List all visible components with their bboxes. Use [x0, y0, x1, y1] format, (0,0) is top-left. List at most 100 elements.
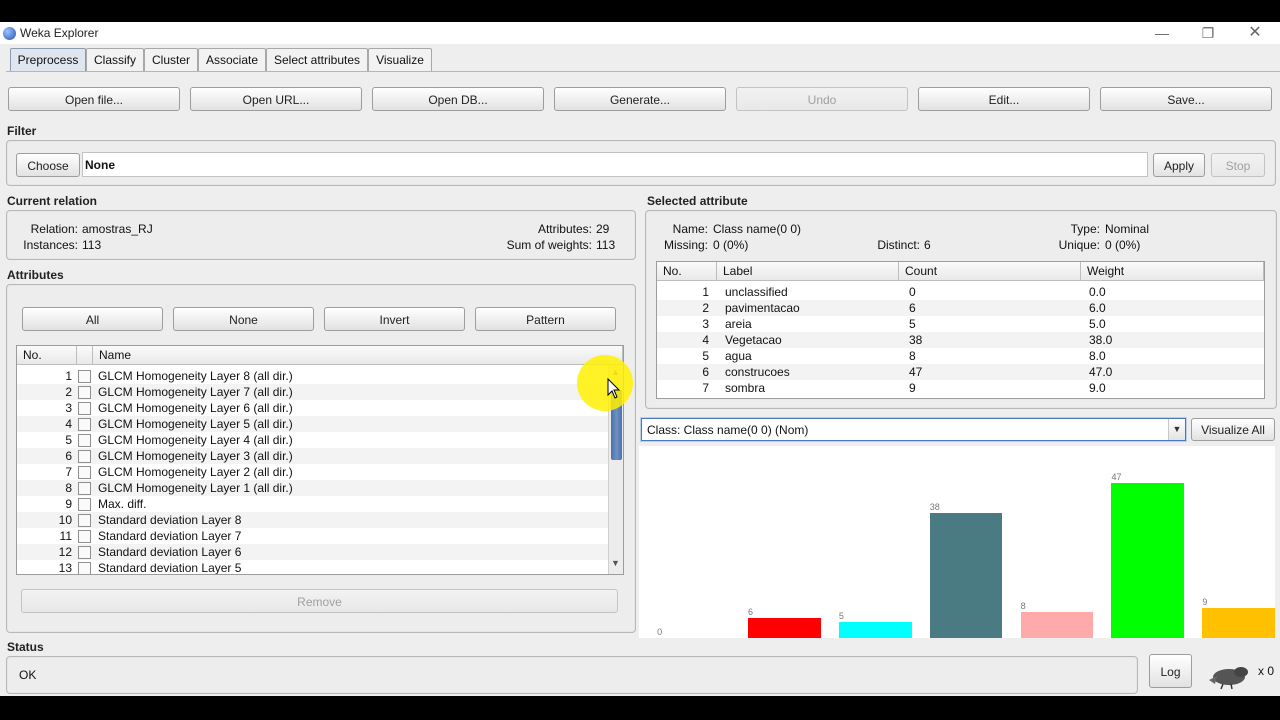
status-task-count: x 0: [1258, 664, 1275, 678]
invert-selection-button[interactable]: Invert: [324, 307, 465, 331]
tab-classify[interactable]: Classify: [86, 48, 144, 71]
label-count-cell-label: unclassified: [725, 285, 788, 299]
attribute-checkbox[interactable]: [78, 370, 91, 383]
attribute-row[interactable]: 6 GLCM Homogeneity Layer 3 (all dir.): [17, 448, 608, 464]
remove-button[interactable]: Remove: [21, 589, 618, 613]
attribute-row-no: 13: [58, 561, 72, 575]
sa-col-label[interactable]: Label: [717, 262, 899, 281]
title-bar: [0, 22, 1280, 44]
label-count-row[interactable]: 3 areia 5 5.0: [657, 316, 1264, 332]
close-icon[interactable]: ✕: [1244, 24, 1266, 42]
weka-bird-icon: [1209, 667, 1248, 690]
attribute-row[interactable]: 10 Standard deviation Layer 8: [17, 512, 608, 528]
attributes-label: Attributes: [7, 268, 64, 282]
attribute-row[interactable]: 1 GLCM Homogeneity Layer 8 (all dir.): [17, 368, 608, 384]
attribute-checkbox[interactable]: [78, 546, 91, 559]
sa-type-value: Nominal: [1105, 222, 1150, 236]
choose-filter-button[interactable]: Choose: [16, 153, 80, 177]
scroll-down-icon[interactable]: ▼: [611, 558, 620, 568]
attribute-checkbox[interactable]: [78, 450, 91, 463]
instances-label: Instances:: [23, 238, 78, 252]
tab-preprocess[interactable]: Preprocess: [10, 48, 86, 71]
attribute-row[interactable]: 5 GLCM Homogeneity Layer 4 (all dir.): [17, 432, 608, 448]
filter-field[interactable]: None: [82, 152, 1148, 177]
stop-button[interactable]: Stop: [1211, 153, 1265, 177]
undo-button[interactable]: Undo: [736, 87, 908, 111]
attribute-row[interactable]: 12 Standard deviation Layer 6: [17, 544, 608, 560]
class-selector[interactable]: Class: Class name(0 0) (Nom) ▼: [641, 418, 1186, 441]
label-count-cell-label: sombra: [725, 381, 766, 395]
label-count-row[interactable]: 4 Vegetacao 38 38.0: [657, 332, 1264, 348]
attribute-row[interactable]: 13 Standard deviation Layer 5: [17, 560, 608, 575]
bar-construcoes: [1111, 483, 1185, 638]
attribute-row[interactable]: 2 GLCM Homogeneity Layer 7 (all dir.): [17, 384, 608, 400]
visualize-all-button[interactable]: Visualize All: [1191, 418, 1275, 441]
attribute-checkbox[interactable]: [78, 530, 91, 543]
attribute-row-name: Max. diff.: [98, 497, 147, 511]
attribute-row[interactable]: 4 GLCM Homogeneity Layer 5 (all dir.): [17, 416, 608, 432]
sa-col-weight[interactable]: Weight: [1081, 262, 1264, 281]
tab-visualize[interactable]: Visualize: [368, 48, 432, 71]
open-url-button[interactable]: Open URL...: [190, 87, 362, 111]
attribute-row[interactable]: 7 GLCM Homogeneity Layer 2 (all dir.): [17, 464, 608, 480]
label-count-row[interactable]: 2 pavimentacao 6 6.0: [657, 300, 1264, 316]
class-selector-value: Class: Class name(0 0) (Nom): [647, 423, 809, 437]
attribute-row[interactable]: 11 Standard deviation Layer 7: [17, 528, 608, 544]
label-count-cell-count: 6: [909, 301, 916, 315]
chevron-down-icon[interactable]: ▼: [1168, 419, 1185, 440]
bar-pavimentacao: [748, 618, 821, 638]
label-count-cell-label: Vegetacao: [725, 333, 782, 347]
current-relation-label: Current relation: [7, 194, 98, 208]
label-count-cell-weight: 5.0: [1089, 317, 1106, 331]
attribute-checkbox[interactable]: [78, 482, 91, 495]
label-count-row[interactable]: 6 construcoes 47 47.0: [657, 364, 1264, 380]
status-label: Status: [7, 640, 44, 654]
label-count-row[interactable]: 1 unclassified 0 0.0: [657, 284, 1264, 300]
edit-button[interactable]: Edit...: [918, 87, 1090, 111]
generate-button[interactable]: Generate...: [554, 87, 726, 111]
save-button[interactable]: Save...: [1100, 87, 1272, 111]
restore-icon[interactable]: ❐: [1197, 24, 1219, 42]
col-header-checkbox[interactable]: [77, 346, 93, 365]
open-file-button[interactable]: Open file...: [8, 87, 180, 111]
col-header-no[interactable]: No.: [17, 346, 77, 365]
col-header-name[interactable]: Name: [93, 346, 623, 365]
attribute-checkbox[interactable]: [78, 418, 91, 431]
minimize-icon[interactable]: —: [1151, 24, 1173, 42]
select-all-button[interactable]: All: [22, 307, 163, 331]
label-count-row[interactable]: 5 agua 8 8.0: [657, 348, 1264, 364]
label-count-cell-count: 5: [909, 317, 916, 331]
attribute-row-name: Standard deviation Layer 7: [98, 529, 242, 543]
attribute-checkbox[interactable]: [78, 434, 91, 447]
apply-button[interactable]: Apply: [1153, 153, 1205, 177]
attribute-checkbox[interactable]: [78, 402, 91, 415]
attribute-row-no: 3: [65, 401, 72, 415]
pattern-button[interactable]: Pattern: [475, 307, 616, 331]
tab-associate[interactable]: Associate: [198, 48, 266, 71]
label-count-row[interactable]: 7 sombra 9 9.0: [657, 380, 1264, 396]
label-count-cell-weight: 6.0: [1089, 301, 1106, 315]
sa-col-count[interactable]: Count: [899, 262, 1081, 281]
attribute-checkbox[interactable]: [78, 514, 91, 527]
attribute-row[interactable]: 9 Max. diff.: [17, 496, 608, 512]
bar-value-label: 38: [929, 501, 940, 512]
tab-select-attributes[interactable]: Select attributes: [266, 48, 368, 71]
sa-col-no[interactable]: No.: [657, 262, 717, 281]
select-none-button[interactable]: None: [173, 307, 314, 331]
open-db-button[interactable]: Open DB...: [372, 87, 544, 111]
attribute-checkbox[interactable]: [78, 562, 91, 574]
label-count-rows: 1 unclassified 0 0.0 2 pavimentacao 6 6.0 3 areia…: [657, 284, 1264, 398]
tab-cluster[interactable]: Cluster: [144, 48, 198, 71]
attribute-row-no: 7: [65, 465, 72, 479]
attribute-row[interactable]: 3 GLCM Homogeneity Layer 6 (all dir.): [17, 400, 608, 416]
attribute-row[interactable]: 8 GLCM Homogeneity Layer 1 (all dir.): [17, 480, 608, 496]
attribute-checkbox[interactable]: [78, 386, 91, 399]
label-count-cell-no: 2: [702, 301, 709, 315]
sa-missing-label: Missing:: [663, 238, 708, 252]
relation-label: Relation:: [30, 222, 78, 236]
attribute-checkbox[interactable]: [78, 466, 91, 479]
attribute-row-name: GLCM Homogeneity Layer 2 (all dir.): [98, 465, 293, 479]
attribute-row-name: GLCM Homogeneity Layer 8 (all dir.): [98, 369, 293, 383]
log-button[interactable]: Log: [1149, 654, 1192, 688]
attribute-checkbox[interactable]: [78, 498, 91, 511]
